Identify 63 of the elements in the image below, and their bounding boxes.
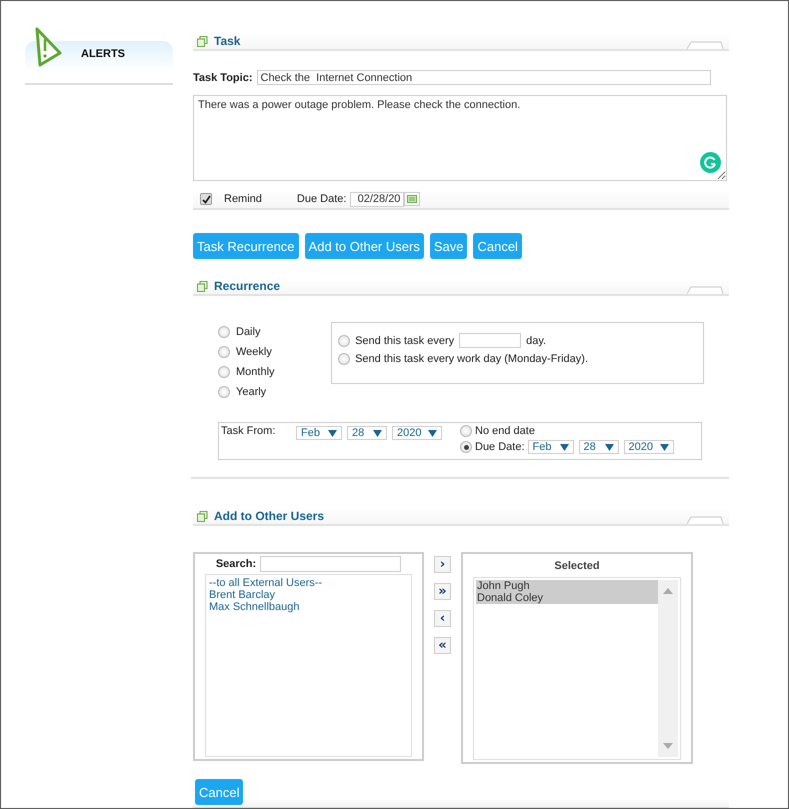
user-list-item[interactable]: Donald Coley [476, 592, 658, 604]
scrollbar[interactable] [658, 580, 678, 757]
section-icon [197, 510, 208, 522]
day-dropdown[interactable]: 28 [578, 440, 619, 454]
section-title: Task [214, 34, 240, 48]
selected-heading: Selected [553, 560, 601, 572]
radio-label: Yearly [236, 386, 266, 398]
radio-label: Daily [236, 326, 260, 338]
due-date-field[interactable]: 02/28/20 [350, 192, 404, 206]
caret-icon [660, 444, 669, 450]
section-title: Recurrence [214, 279, 280, 293]
caret-icon [328, 430, 337, 436]
radio-button[interactable] [218, 386, 230, 398]
alerts-tab[interactable]: ALERTS [25, 41, 173, 71]
caret-icon [604, 444, 614, 450]
radio-button[interactable] [460, 441, 472, 453]
caret-icon [560, 444, 569, 450]
task-topic-field[interactable]: Check the Internet Connection [256, 70, 710, 85]
radio-button[interactable] [338, 334, 350, 346]
transfer-button[interactable]: ‹ [434, 610, 451, 627]
day-count-field[interactable] [459, 333, 522, 348]
user-list-item[interactable]: John Pugh [476, 580, 658, 592]
remind-label: Remind [224, 193, 262, 205]
field-label: Task Topic: [193, 72, 252, 84]
radio-button[interactable] [218, 366, 230, 378]
radio-button[interactable] [338, 353, 350, 365]
user-list-item[interactable]: Max Schnellbaugh [208, 601, 409, 613]
radio-label: Weekly [236, 346, 272, 358]
radio-button[interactable] [218, 346, 230, 358]
radio-label: Due Date: [475, 441, 525, 453]
caret-icon [428, 430, 437, 436]
radio-label: Send this task every [355, 334, 454, 346]
section-title: Add to Other Users [214, 509, 324, 523]
year-dropdown[interactable]: 2020 [392, 426, 442, 440]
transfer-button[interactable]: » [434, 583, 451, 600]
scroll-down-icon[interactable] [663, 743, 673, 749]
search-label: Search: [216, 558, 256, 570]
user-list-item[interactable]: Brent Barclay [208, 589, 409, 601]
section-icon [197, 280, 208, 292]
description-field[interactable]: There was a power outage problem. Please check the connection. [193, 95, 727, 181]
due-date-label: Due Date: [296, 193, 346, 205]
transfer-button[interactable]: › [434, 556, 451, 573]
transfer-button[interactable]: « [434, 637, 451, 654]
radio-label: No end date [475, 425, 535, 437]
year-dropdown[interactable]: 2020 [624, 440, 674, 454]
scroll-up-icon[interactable] [663, 588, 673, 594]
remind-checkbox[interactable] [200, 193, 212, 205]
unit-label: day. [526, 334, 546, 346]
radio-button[interactable] [460, 425, 472, 437]
day-dropdown[interactable]: 28 [347, 426, 387, 440]
refresh-icon[interactable] [700, 152, 721, 173]
calendar-icon[interactable] [404, 192, 420, 206]
caret-icon [373, 430, 382, 436]
radio-button[interactable] [218, 326, 230, 338]
radio-label: Send this task every work day (Monday-Friday). [355, 353, 588, 365]
section-icon [197, 36, 208, 46]
warning-icon [33, 27, 63, 69]
radio-label: Monthly [236, 366, 275, 378]
month-dropdown[interactable]: Feb [296, 426, 342, 440]
task-from-label: Task From: [221, 425, 276, 439]
search-field[interactable] [260, 556, 402, 572]
user-list-item[interactable]: --to all External Users-- [208, 577, 409, 589]
month-dropdown[interactable]: Feb [528, 440, 574, 454]
